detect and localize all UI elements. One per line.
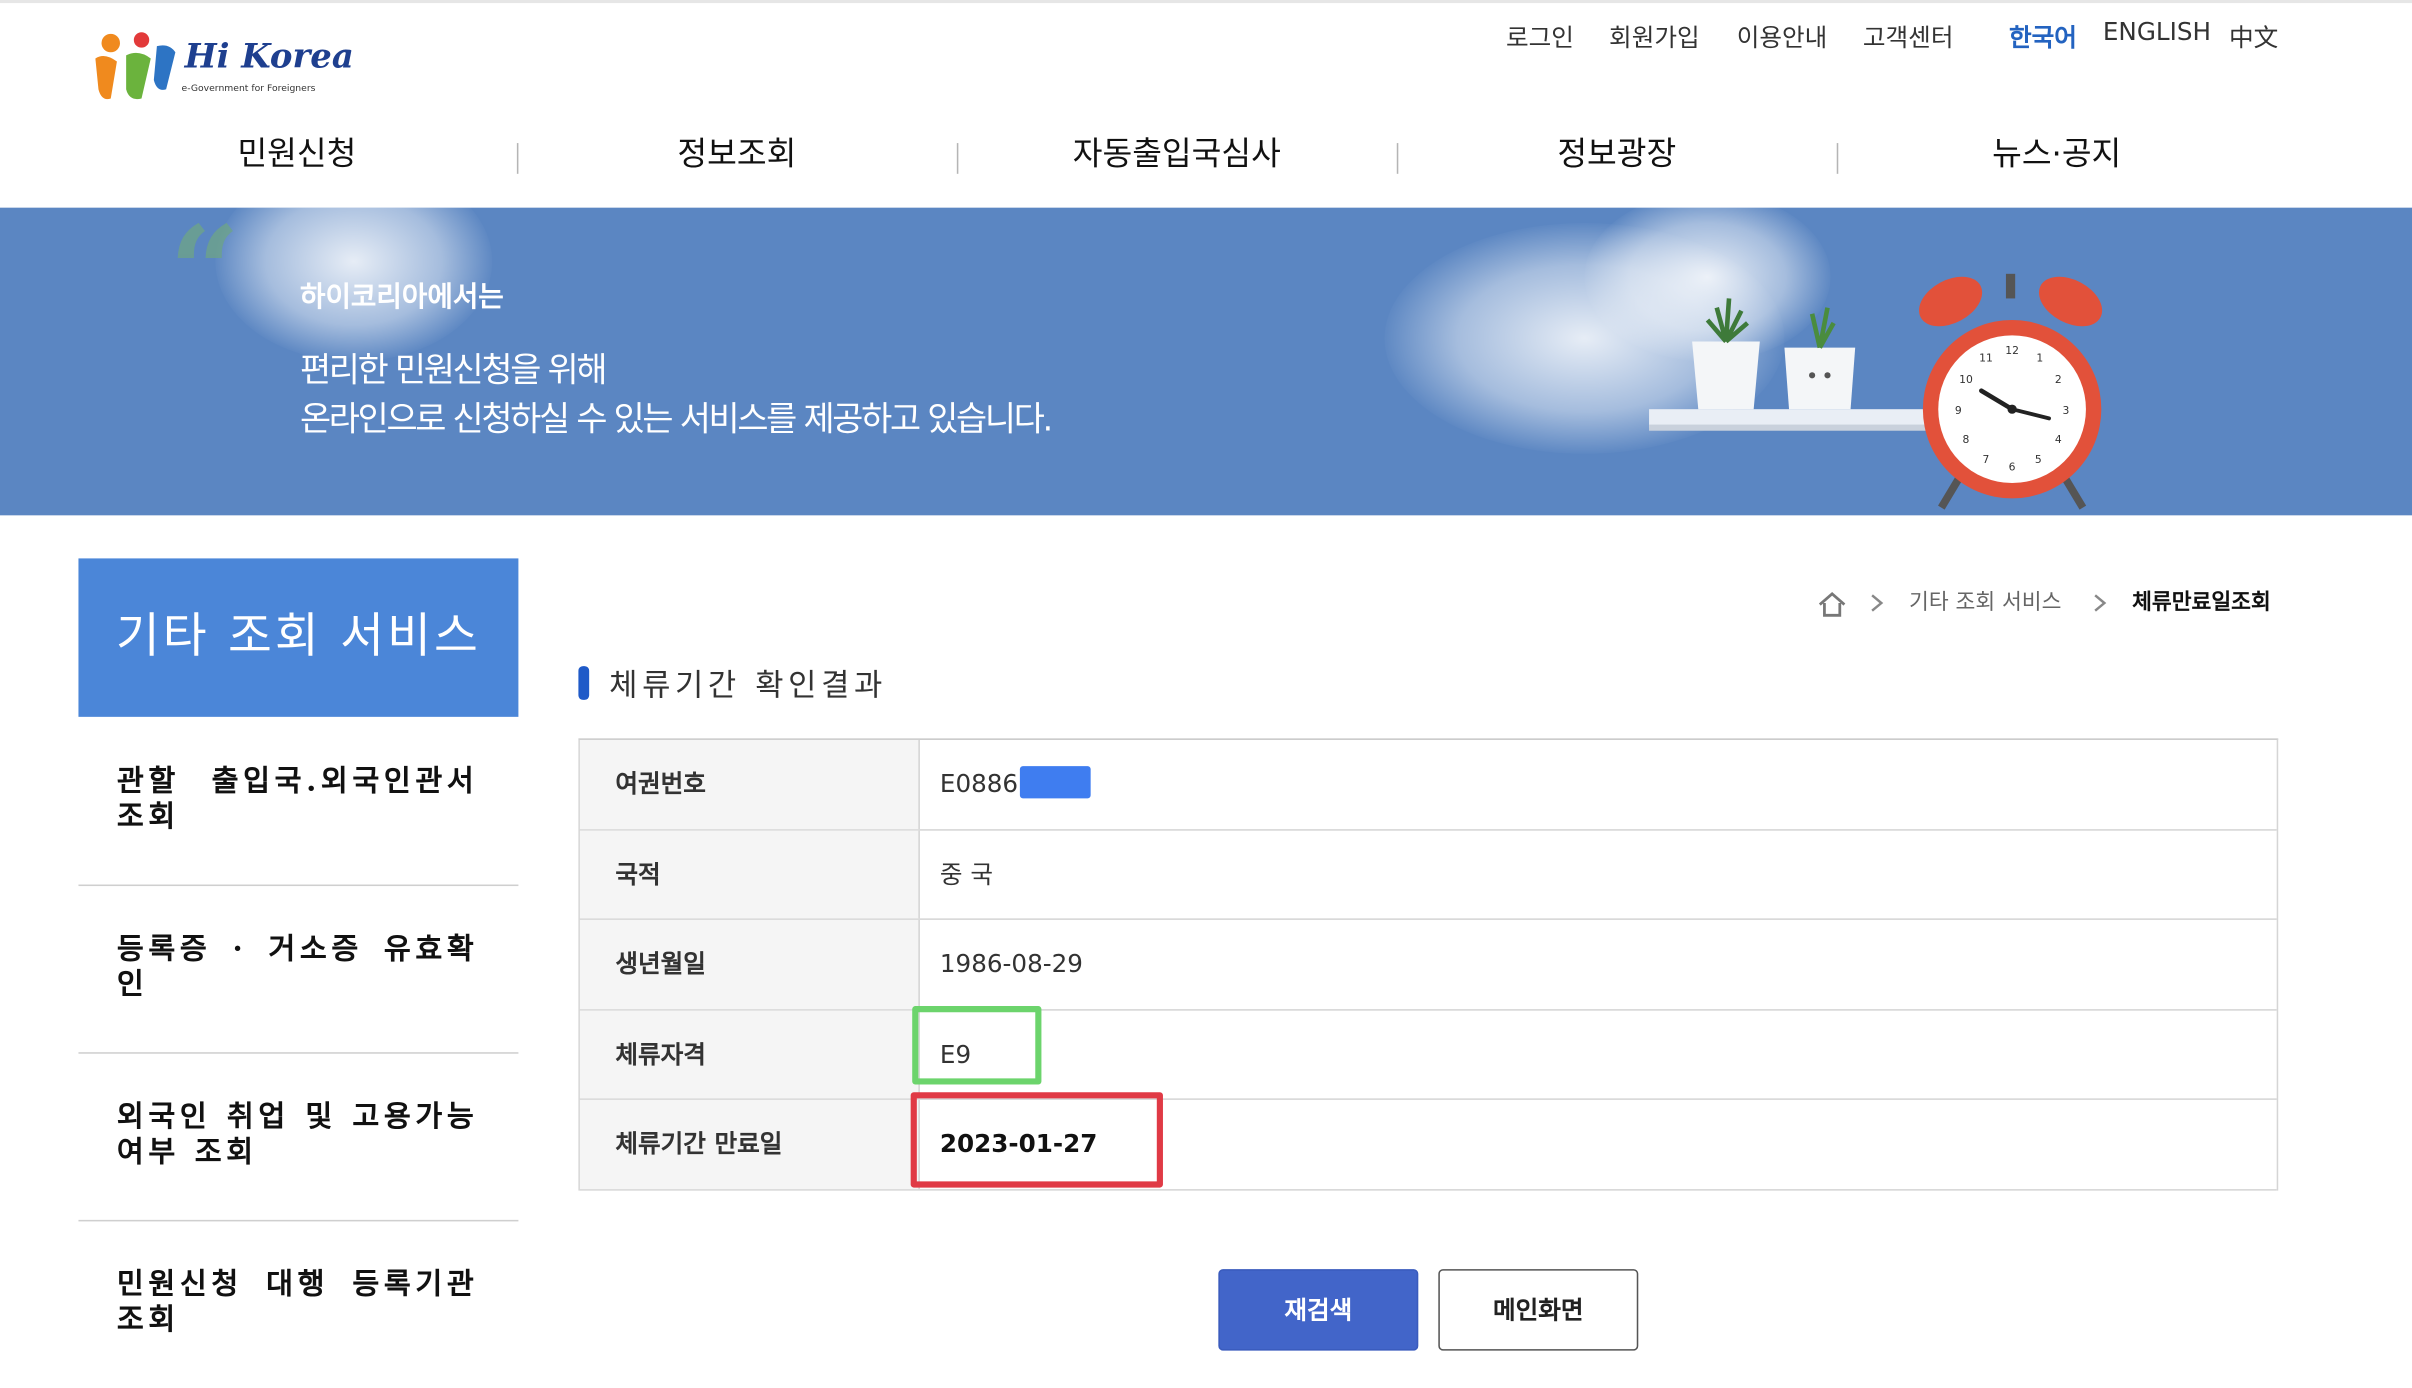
clock-number: 3 bbox=[2063, 404, 2070, 417]
section-title-marker bbox=[578, 666, 590, 700]
breadcrumb-category[interactable]: 기타 조회 서비스 bbox=[1909, 586, 2061, 617]
row-label-expiry-date: 체류기간 만료일 bbox=[579, 1100, 920, 1190]
guide-link[interactable]: 이용안내 bbox=[1737, 17, 1828, 52]
clock-number: 1 bbox=[2036, 352, 2043, 365]
banner-subtitle: 하이코리아에서는 bbox=[299, 281, 504, 314]
login-link[interactable]: 로그인 bbox=[1506, 17, 1574, 52]
clock-number: 2 bbox=[2055, 373, 2062, 386]
nav-info-inquiry[interactable]: 정보조회 bbox=[517, 129, 957, 175]
hi-korea-logo[interactable]: Hi Korea e-Government for Foreigners bbox=[89, 28, 354, 108]
shelf-clock-illustration: 12 1 2 3 4 5 6 7 8 9 10 11 bbox=[1649, 273, 2103, 510]
section-title: 체류기간 확인결과 bbox=[609, 666, 887, 704]
row-value-passport: E0886 bbox=[939, 740, 1091, 829]
research-button[interactable]: 재검색 bbox=[1218, 1269, 1419, 1351]
clock-number: 6 bbox=[2009, 461, 2016, 474]
passport-number: E0886 bbox=[939, 769, 1019, 799]
row-label-nationality: 국적 bbox=[579, 830, 920, 919]
clock-number: 8 bbox=[1963, 433, 1970, 446]
clock-number: 5 bbox=[2035, 453, 2042, 466]
chevron-right-icon bbox=[1871, 594, 1884, 612]
clock-number: 10 bbox=[1959, 373, 1973, 386]
sidebar-item-employment-check[interactable]: 외국인 취업 및 고용가능여부 조회 bbox=[78, 1054, 519, 1222]
table-row: 국적 중 국 bbox=[579, 830, 2277, 921]
logo-tagline: e-Government for Foreigners bbox=[181, 83, 316, 94]
row-value-nationality: 중 국 bbox=[939, 859, 994, 889]
nav-auto-immigration[interactable]: 자동출입국심사 bbox=[957, 129, 1397, 175]
table-row: 체류자격 E9 bbox=[579, 1010, 2277, 1101]
banner-line-2: 온라인으로 신청하실 수 있는 서비스를 제공하고 있습니다. bbox=[299, 401, 1053, 440]
nav-info-plaza[interactable]: 정보광장 bbox=[1397, 129, 1837, 175]
hero-banner: “ 하이코리아에서는 편리한 민원신청을 위해 온라인으로 신청하실 수 있는 … bbox=[0, 207, 2412, 516]
table-row: 생년월일 1986-08-29 bbox=[579, 920, 2277, 1011]
breadcrumb-current: 체류만료일조회 bbox=[2132, 590, 2271, 616]
main-screen-button[interactable]: 메인화면 bbox=[1438, 1269, 1639, 1351]
logo-wordmark: Hi Korea bbox=[184, 36, 354, 77]
table-row: 여권번호 E0886 bbox=[579, 739, 2277, 831]
row-label-visa-status: 체류자격 bbox=[579, 1010, 920, 1099]
top-border bbox=[0, 0, 2412, 4]
quote-mark-icon: “ bbox=[169, 207, 240, 344]
row-label-passport: 여권번호 bbox=[579, 739, 920, 829]
lang-korean[interactable]: 한국어 bbox=[2009, 17, 2077, 52]
clock-number: 4 bbox=[2055, 433, 2062, 446]
sidebar-item-agency-lookup[interactable]: 민원신청 대행 등록기관 조회 bbox=[78, 1221, 518, 1388]
row-label-birthdate: 생년월일 bbox=[579, 920, 920, 1009]
banner-line-1: 편리한 민원신청을 위해 bbox=[299, 352, 607, 391]
row-value-birthdate: 1986-08-29 bbox=[939, 949, 1083, 979]
clock-number: 9 bbox=[1955, 404, 1962, 417]
table-row: 체류기간 만료일 2023-01-27 bbox=[579, 1100, 2277, 1191]
chevron-right-icon bbox=[2094, 594, 2107, 612]
nav-civil-application[interactable]: 민원신청 bbox=[77, 129, 517, 175]
sidebar-title: 기타 조회 서비스 bbox=[78, 558, 519, 717]
sidebar-item-card-validity[interactable]: 등록증 · 거소증 유효확인 bbox=[78, 886, 519, 1054]
lang-english[interactable]: ENGLISH bbox=[2103, 17, 2211, 51]
sidebar-item-label: 민원신청 대행 등록기관 조회 bbox=[116, 1267, 479, 1337]
clock-number: 11 bbox=[1979, 352, 1993, 365]
visa-status-highlight bbox=[912, 1006, 1042, 1085]
lang-chinese[interactable]: 中文 bbox=[2229, 17, 2278, 52]
result-table: 여권번호 E0886 국적 중 국 생년월일 1986-08-29 체류자격 E… bbox=[578, 738, 2279, 1191]
home-icon[interactable] bbox=[1817, 589, 1848, 620]
customer-center-link[interactable]: 고객센터 bbox=[1863, 17, 1954, 52]
sidebar-item-label: 등록증 · 거소증 유효확인 bbox=[116, 932, 479, 1002]
expiry-date-highlight bbox=[910, 1092, 1163, 1188]
signup-link[interactable]: 회원가입 bbox=[1609, 17, 1700, 52]
clock-number: 7 bbox=[1983, 453, 1990, 466]
sidebar-item-office-lookup[interactable]: 관할 출입국.외국인관서 조회 bbox=[78, 718, 519, 887]
logo-mark-icon bbox=[95, 32, 176, 100]
nav-news-notice[interactable]: 뉴스·공지 bbox=[1837, 129, 2277, 175]
sidebar-item-label: 관할 출입국.외국인관서 조회 bbox=[116, 764, 479, 834]
sidebar-item-label: 외국인 취업 및 고용가능여부 조회 bbox=[116, 1099, 479, 1170]
site-header: Hi Korea e-Government for Foreigners 로그인… bbox=[0, 0, 2412, 208]
redaction-block bbox=[1019, 766, 1091, 799]
clock-number: 12 bbox=[2005, 344, 2019, 357]
